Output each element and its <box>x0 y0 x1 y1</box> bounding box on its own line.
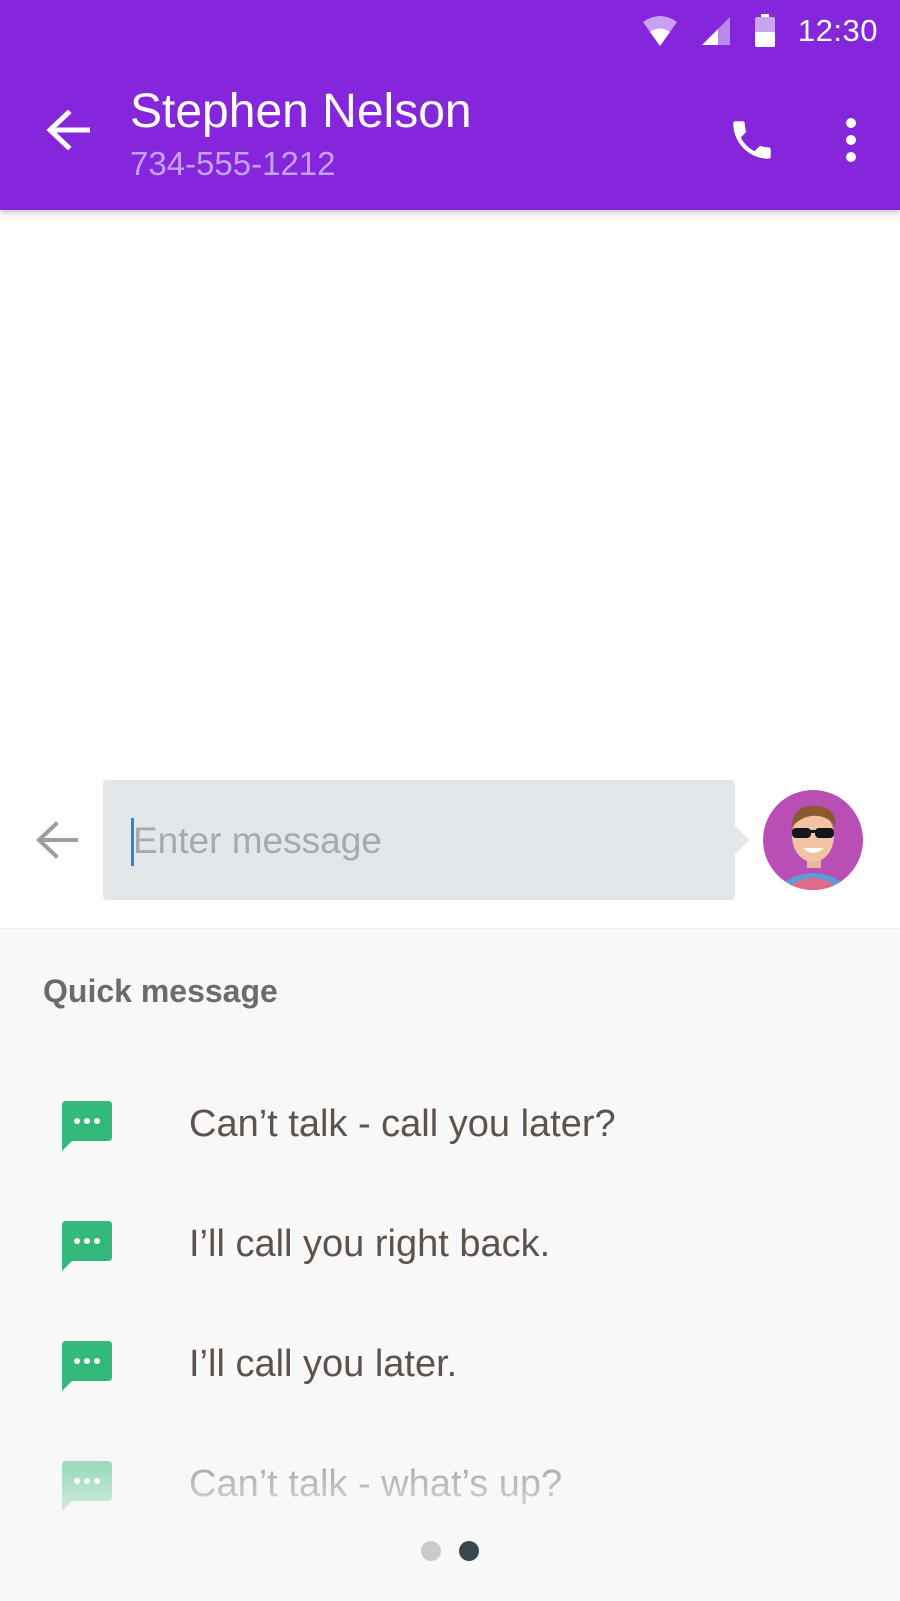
contact-phone: 734-555-1212 <box>130 145 336 182</box>
message-bubble-icon <box>62 1221 112 1271</box>
status-bar: 12:30 <box>642 10 878 52</box>
wifi-icon <box>642 16 677 46</box>
more-options-button[interactable] <box>826 110 876 170</box>
quick-message-text: I’ll call you later. <box>189 1343 458 1385</box>
quick-message-text: Can’t talk - call you later? <box>189 1103 616 1145</box>
quick-message-text: Can’t talk - what’s up? <box>189 1463 563 1505</box>
page-dot-1[interactable] <box>421 1541 441 1561</box>
compose-box <box>103 780 749 900</box>
message-thread <box>0 210 900 770</box>
quick-message-sheet: Quick message Can’t talk - call you late… <box>0 928 900 1601</box>
quick-message-text: I’ll call you right back. <box>189 1223 551 1265</box>
avatar[interactable] <box>763 790 863 890</box>
arrow-back-icon <box>36 821 78 859</box>
arrow-back-icon <box>46 110 90 150</box>
page-dot-2-active[interactable] <box>459 1541 479 1561</box>
quick-message-item[interactable]: Can’t talk - what’s up? <box>0 1441 900 1531</box>
cell-signal-icon <box>701 17 730 45</box>
phone-icon <box>733 121 771 159</box>
status-time: 12:30 <box>797 13 878 48</box>
avatar-image <box>763 790 863 890</box>
more-vert-icon <box>846 118 856 162</box>
message-bubble-icon <box>62 1341 112 1391</box>
message-bubble-icon <box>62 1101 112 1151</box>
quick-message-title: Quick message <box>43 973 278 1009</box>
quick-message-item[interactable]: Can’t talk - call you later? <box>0 1081 900 1171</box>
quick-message-item[interactable]: I’ll call you right back. <box>0 1201 900 1291</box>
back-button[interactable] <box>38 100 98 160</box>
call-button[interactable] <box>722 110 782 170</box>
app-bar: 12:30 Stephen Nelson 734-555-1212 <box>0 0 900 210</box>
battery-icon <box>754 14 775 47</box>
compose-back-button[interactable] <box>28 812 84 868</box>
quick-message-item[interactable]: I’ll call you later. <box>0 1321 900 1411</box>
message-bubble-icon <box>62 1461 112 1511</box>
page-indicator <box>0 1541 900 1561</box>
contact-name: Stephen Nelson <box>130 85 472 138</box>
message-input[interactable] <box>131 810 715 872</box>
contact-info: Stephen Nelson 734-555-1212 <box>130 84 472 184</box>
